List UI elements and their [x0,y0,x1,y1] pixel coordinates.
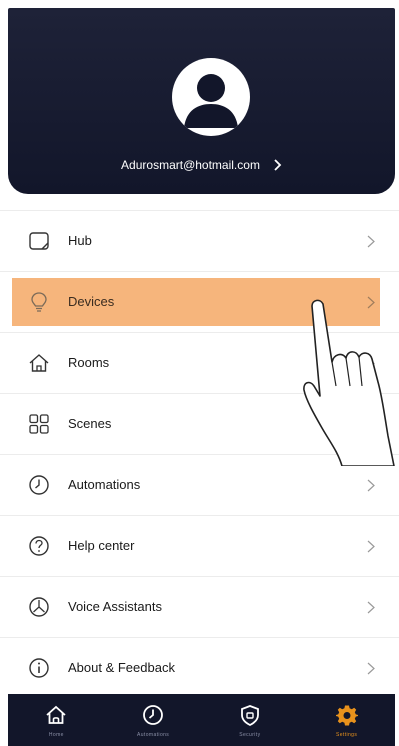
chevron-right-icon [274,159,282,171]
pointing-hand-icon [303,299,395,466]
tab-automations[interactable]: Automations [105,694,202,746]
tab-label: Automations [137,732,170,738]
tab-settings[interactable]: Settings [298,694,395,746]
voice-assistant-icon [29,597,49,617]
menu-item-voice-assistants[interactable]: Voice Assistants [0,576,399,637]
tab-label: Settings [335,732,358,738]
menu-item-label: Hub [68,233,92,248]
home-icon [29,354,49,372]
menu-item-label: Help center [68,538,135,553]
chevron-right-icon [367,601,375,614]
profile-email: Adurosmart@hotmail.com [121,158,260,172]
info-icon [29,658,49,678]
menu-item-label: About & Feedback [68,660,175,675]
chevron-right-icon [367,662,375,675]
profile-email-link[interactable]: Adurosmart@hotmail.com [8,155,395,175]
chevron-right-icon [367,479,375,492]
menu-item-hub[interactable]: Hub [0,210,399,271]
tablet-icon [29,232,49,250]
avatar[interactable] [172,58,250,136]
tab-security[interactable]: Security [202,694,299,746]
menu-item-label: Devices [68,294,115,309]
menu-item-label: Scenes [68,416,112,431]
clock-icon [29,475,49,495]
help-icon [29,536,49,556]
user-icon [184,74,238,128]
home-icon [46,705,66,724]
chevron-right-icon [367,540,375,553]
shield-icon [240,705,259,726]
menu-item-label: Automations [68,477,141,492]
profile-header: Adurosmart@hotmail.com [8,8,395,194]
tab-home[interactable]: Home [8,694,105,746]
clock-icon [143,705,164,725]
menu-item-label: Rooms [68,355,110,370]
bottom-tab-bar: Home Automations Security Settings [8,694,395,746]
menu-item-about-feedback[interactable]: About & Feedback [0,637,399,698]
tab-label: Home [48,732,64,738]
chevron-right-icon [367,235,375,248]
gear-icon [335,705,358,726]
menu-item-label: Voice Assistants [68,599,162,614]
tab-label: Security [239,732,261,738]
menu-item-help-center[interactable]: Help center [0,515,399,576]
grid-icon [29,414,49,434]
lightbulb-icon [31,292,47,312]
